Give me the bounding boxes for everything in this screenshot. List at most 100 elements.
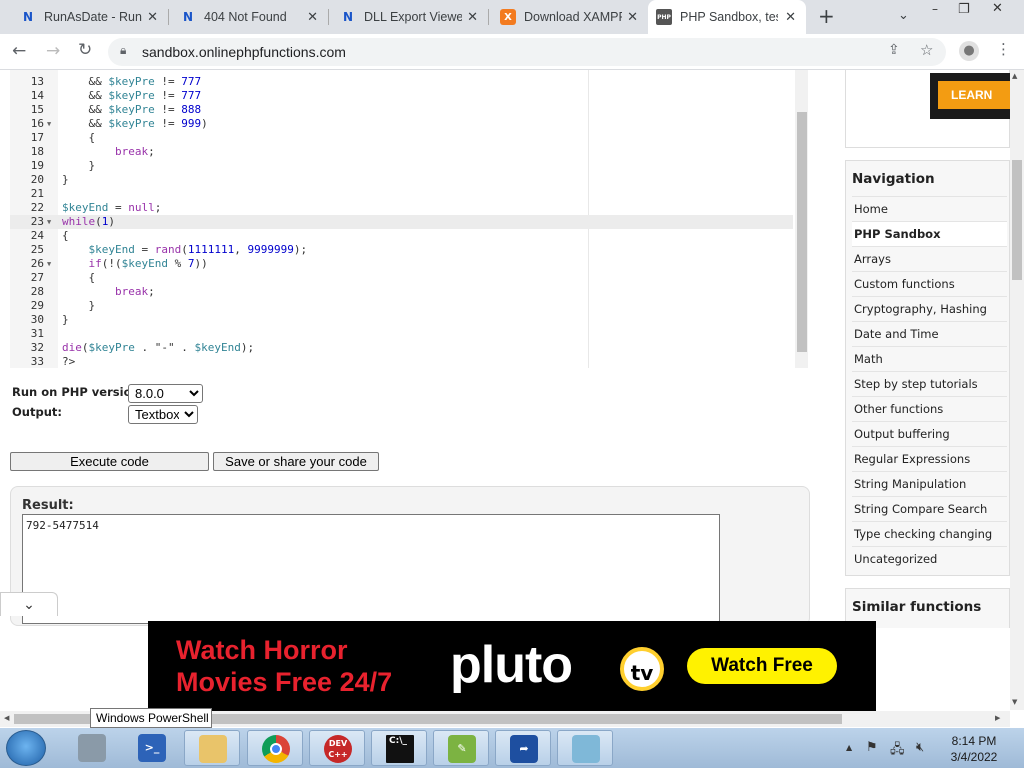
code-line[interactable]: && $keyPre != 777 [62, 89, 201, 102]
restore-button[interactable]: ❐ [958, 2, 970, 17]
fold-arrow-icon[interactable]: ▼ [47, 260, 51, 268]
code-line[interactable]: $keyEnd = null; [62, 201, 161, 214]
code-line[interactable]: } [62, 299, 95, 312]
tab-search-chevron-icon[interactable]: ⌄ [898, 8, 909, 23]
start-button-windows-icon[interactable] [6, 730, 46, 766]
code-line[interactable]: break; [62, 285, 155, 298]
close-tab-icon[interactable]: ✕ [467, 10, 478, 25]
taskbar-chrome[interactable] [247, 730, 303, 766]
scroll-up-arrow-icon[interactable]: ▲ [1012, 72, 1017, 80]
code-line[interactable]: while(1) [62, 215, 115, 228]
code-line[interactable]: { [62, 271, 95, 284]
code-line[interactable]: break; [62, 145, 155, 158]
show-hidden-icons-icon[interactable]: ▲ [846, 743, 852, 752]
url-text[interactable]: sandbox.onlinephpfunctions.com [142, 44, 346, 60]
close-window-button[interactable]: ✕ [992, 1, 1003, 16]
address-bar[interactable]: 🔒︎ sandbox.onlinephpfunctions.com ⇪ ☆ [108, 38, 946, 66]
result-label: Result: [22, 498, 74, 513]
code-line[interactable]: } [62, 173, 69, 186]
collapse-ad-chevron-icon[interactable]: ⌄ [0, 592, 58, 616]
code-line[interactable]: && $keyPre != 777 [62, 75, 201, 88]
tab-runasdate[interactable]: N RunAsDate - Run ✕ [12, 0, 168, 34]
scroll-left-arrow-icon[interactable]: ◀ [4, 714, 9, 722]
output-type-select[interactable]: Textbox [128, 405, 198, 424]
sidebar-nav-item[interactable]: Uncategorized [852, 546, 1007, 571]
close-tab-icon[interactable]: ✕ [785, 10, 796, 25]
code-line[interactable]: die($keyPre . "-" . $keyEnd); [62, 341, 254, 354]
code-line[interactable]: && $keyPre != 999) [62, 117, 207, 130]
navigation-title: Navigation [852, 171, 935, 187]
sidebar-nav-item[interactable]: Math [852, 346, 1007, 371]
code-line[interactable]: { [62, 131, 95, 144]
scroll-down-arrow-icon[interactable]: ▼ [1012, 698, 1017, 706]
taskbar-notepad-plus-plus[interactable]: ✎ [433, 730, 489, 766]
sidebar-nav-item[interactable]: Cryptography, Hashing [852, 296, 1007, 321]
taskbar-server-manager[interactable] [64, 730, 120, 766]
volume-muted-icon[interactable]: 🔇︎ [916, 740, 924, 755]
result-output-textbox[interactable]: 792-5477514 [22, 514, 720, 624]
code-line[interactable]: if(!($keyEnd % 7)) [62, 257, 208, 270]
line-number: 21 [30, 187, 44, 200]
fold-arrow-icon[interactable]: ▼ [47, 120, 51, 128]
pluto-tv-badge: tv [620, 647, 664, 691]
scroll-right-arrow-icon[interactable]: ▶ [995, 714, 1000, 722]
pluto-tv-ad-banner[interactable]: Watch Horror Movies Free 24/7 pluto tv W… [148, 621, 876, 711]
code-line[interactable]: && $keyPre != 888 [62, 103, 201, 116]
taskbar-cmd[interactable]: C:\_ [371, 730, 427, 766]
lock-icon[interactable]: 🔒︎ [120, 43, 126, 58]
taskbar-dev-cpp[interactable]: DEV C++ [309, 730, 365, 766]
fold-arrow-icon[interactable]: ▼ [47, 218, 51, 226]
sidebar-nav-item[interactable]: Home [852, 196, 1007, 221]
php-version-select[interactable]: 8.0.0 [128, 384, 203, 403]
taskbar-powershell[interactable]: >_ [124, 730, 180, 766]
watch-free-button[interactable]: Watch Free [687, 648, 837, 684]
taskbar-app-window[interactable] [557, 730, 613, 766]
sidebar-nav-item[interactable]: String Compare Search [852, 496, 1007, 521]
code-line[interactable]: $keyEnd = rand(1111111, 9999999); [62, 243, 308, 256]
forward-arrow-icon[interactable]: → [46, 41, 60, 61]
minimize-button[interactable]: – [932, 2, 938, 16]
sidebar-nav-item[interactable]: PHP Sandbox [852, 221, 1007, 246]
line-number: 15 [30, 103, 44, 116]
taskbar-file-explorer[interactable] [184, 730, 240, 766]
close-tab-icon[interactable]: ✕ [307, 10, 318, 25]
bookmark-star-icon[interactable]: ☆ [920, 41, 933, 59]
back-arrow-icon[interactable]: ← [12, 41, 26, 61]
sidebar-nav-item[interactable]: String Manipulation [852, 471, 1007, 496]
sidebar-nav-item[interactable]: Step by step tutorials [852, 371, 1007, 396]
editor-scrollbar-thumb[interactable] [797, 112, 807, 352]
code-line[interactable]: } [62, 313, 69, 326]
share-icon[interactable]: ⇪ [888, 42, 900, 58]
sidebar-nav-item[interactable]: Arrays [852, 246, 1007, 271]
network-icon[interactable]: 🖧︎ [890, 740, 905, 762]
taskbar-app-arrow[interactable]: ➦ [495, 730, 551, 766]
sidebar-nav-item[interactable]: Type checking changing [852, 521, 1007, 546]
reload-icon[interactable]: ↻ [78, 40, 92, 60]
sidebar-nav-item[interactable]: Custom functions [852, 271, 1007, 296]
menu-kebab-icon[interactable]: ⋮ [996, 40, 1011, 58]
tab-php-sandbox[interactable]: PHP PHP Sandbox, tes ✕ [648, 0, 806, 34]
code-line[interactable]: ?> [62, 355, 75, 368]
code-editor[interactable]: 13 && $keyPre != 777 14 && $keyPre != 777… [10, 70, 808, 368]
profile-avatar-icon[interactable]: ● [959, 41, 979, 61]
code-line[interactable]: } [62, 159, 95, 172]
sidebar-nav-item[interactable]: Regular Expressions [852, 446, 1007, 471]
tab-title: 404 Not Found [204, 10, 287, 24]
sidebar-nav-item[interactable]: Date and Time [852, 321, 1007, 346]
sidebar-nav-item[interactable]: Other functions [852, 396, 1007, 421]
new-tab-button[interactable]: + [818, 4, 835, 28]
execute-code-button[interactable]: Execute code [10, 452, 209, 471]
system-clock[interactable]: 8:14 PM 3/4/2022 [944, 733, 1004, 765]
tab-dll-export-viewer[interactable]: N DLL Export Viewer ✕ [332, 0, 488, 34]
save-share-button[interactable]: Save or share your code [213, 452, 379, 471]
tab-download-xampp[interactable]: X Download XAMPP ✕ [492, 0, 648, 34]
page-scrollbar-thumb[interactable] [1012, 160, 1022, 280]
code-line[interactable]: { [62, 229, 69, 242]
clock-time: 8:14 PM [951, 734, 997, 748]
close-tab-icon[interactable]: ✕ [627, 10, 638, 25]
flag-icon[interactable]: ⚑ [866, 740, 878, 755]
tab-404-not-found[interactable]: N 404 Not Found ✕ [172, 0, 328, 34]
learn-more-button[interactable]: LEARN MORE [938, 81, 1010, 109]
sidebar-nav-item[interactable]: Output buffering [852, 421, 1007, 446]
close-tab-icon[interactable]: ✕ [147, 10, 158, 25]
